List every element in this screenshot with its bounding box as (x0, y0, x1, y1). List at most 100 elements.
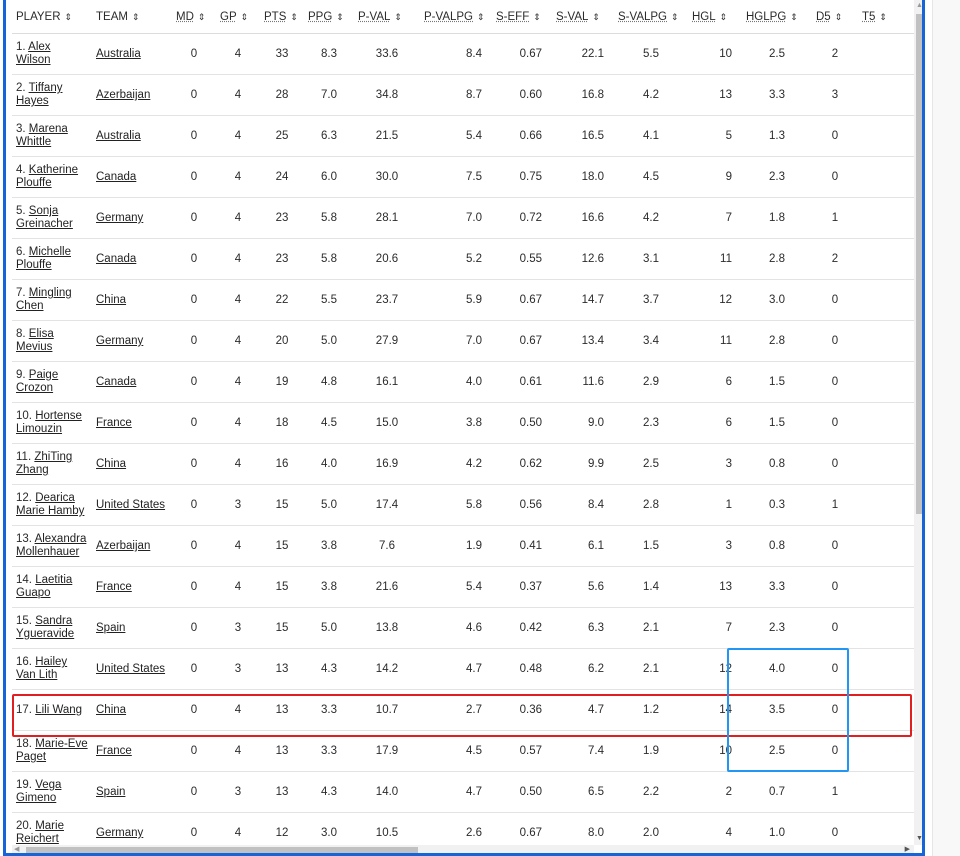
team-link[interactable]: France (96, 745, 132, 757)
team-cell: United States (92, 648, 172, 690)
stat-cell-seff: 0.48 (492, 648, 552, 690)
horizontal-scroll-thumb[interactable] (26, 847, 418, 853)
column-header-label: P-VALPG (424, 10, 473, 23)
stat-cell-pvalpg: 5.4 (420, 566, 492, 608)
stat-cell-t5 (858, 74, 914, 116)
stat-cell-hgl: 13 (688, 74, 742, 116)
stat-cell-gp: 3 (216, 484, 260, 526)
sort-icon[interactable]: ⇕ (65, 12, 73, 22)
stat-cell-gp: 4 (216, 525, 260, 567)
stat-cell-seff: 0.61 (492, 361, 552, 403)
team-cell: Australia (92, 33, 172, 75)
column-header-gp[interactable]: GP ⇕ (216, 0, 260, 34)
sort-icon[interactable]: ⇕ (290, 12, 298, 22)
column-header-s-eff[interactable]: S-EFF ⇕ (492, 0, 552, 34)
column-header-md[interactable]: MD ⇕ (172, 0, 216, 34)
stat-cell-seff: 0.56 (492, 484, 552, 526)
team-link[interactable]: Spain (96, 622, 125, 634)
team-link[interactable]: Canada (96, 376, 136, 388)
column-header-s-val[interactable]: S-VAL ⇕ (552, 0, 614, 34)
team-link[interactable]: China (96, 294, 126, 306)
stat-cell-md: 0 (172, 443, 216, 485)
column-header-pts[interactable]: PTS ⇕ (260, 0, 304, 34)
sort-icon[interactable]: ⇕ (533, 12, 541, 22)
vertical-scrollbar[interactable]: ▲ ▼ (914, 0, 922, 845)
team-cell: Canada (92, 361, 172, 403)
stat-cell-sval: 14.7 (552, 279, 614, 321)
team-link[interactable]: Azerbaijan (96, 89, 150, 101)
column-header-hglpg[interactable]: HGLPG ⇕ (742, 0, 812, 34)
team-link[interactable]: Germany (96, 212, 143, 224)
player-rank: 2. (16, 82, 26, 94)
sort-icon[interactable]: ⇕ (790, 12, 798, 22)
stat-cell-pval: 27.9 (354, 320, 420, 362)
stat-cell-ppg: 4.8 (304, 361, 354, 403)
table-row: 6. Michelle Plouffe Canada 0 4 23 5.8 20.6 5.2 0… (12, 238, 914, 280)
team-link[interactable]: Canada (96, 171, 136, 183)
stat-cell-md: 0 (172, 566, 216, 608)
stat-cell-t5 (858, 771, 914, 813)
column-header-s-valpg[interactable]: S-VALPG ⇕ (614, 0, 688, 34)
sort-icon[interactable]: ⇕ (879, 12, 887, 22)
sort-icon[interactable]: ⇕ (394, 12, 402, 22)
team-link[interactable]: Azerbaijan (96, 540, 150, 552)
stat-cell-ppg: 5.0 (304, 607, 354, 649)
team-link[interactable]: France (96, 417, 132, 429)
scroll-up-icon[interactable]: ▲ (916, 2, 922, 9)
sort-icon[interactable]: ⇕ (336, 12, 344, 22)
team-link[interactable]: Canada (96, 253, 136, 265)
team-cell: Spain (92, 771, 172, 813)
stat-cell-hglpg: 2.8 (742, 320, 812, 362)
column-header-label: PTS (264, 10, 287, 23)
sort-icon[interactable]: ⇕ (671, 12, 679, 22)
team-link[interactable]: China (96, 458, 126, 470)
team-link[interactable]: Australia (96, 130, 141, 142)
stat-cell-pval: 30.0 (354, 156, 420, 198)
stat-cell-pval: 15.0 (354, 402, 420, 444)
column-header-p-val[interactable]: P-VAL ⇕ (354, 0, 420, 34)
scroll-down-icon[interactable]: ▼ (916, 835, 922, 842)
sort-icon[interactable]: ⇕ (198, 12, 206, 22)
team-link[interactable]: United States (96, 663, 165, 675)
stat-cell-d5: 0 (812, 115, 858, 157)
sort-icon[interactable]: ⇕ (477, 12, 485, 22)
sort-icon[interactable]: ⇕ (835, 12, 843, 22)
column-header-player[interactable]: PLAYER ⇕ (12, 0, 92, 34)
column-header-hgl[interactable]: HGL ⇕ (688, 0, 742, 34)
table-row: 5. Sonja Greinacher Germany 0 4 23 5.8 28.1 7.0… (12, 197, 914, 239)
stat-cell-svalpg: 2.9 (614, 361, 688, 403)
column-header-p-valpg[interactable]: P-VALPG ⇕ (420, 0, 492, 34)
scroll-right-icon[interactable]: ▶ (905, 845, 910, 853)
stat-cell-seff: 0.67 (492, 812, 552, 845)
team-link[interactable]: France (96, 581, 132, 593)
column-header-t5[interactable]: T5 ⇕ (858, 0, 914, 34)
player-rank: 5. (16, 205, 26, 217)
player-name-link[interactable]: Katherine Plouffe (16, 164, 78, 189)
column-header-d5[interactable]: D5 ⇕ (812, 0, 858, 34)
column-header-team[interactable]: TEAM ⇕ (92, 0, 172, 34)
horizontal-scrollbar[interactable]: ◀ ▶ (12, 845, 914, 853)
team-cell: Germany (92, 197, 172, 239)
scroll-left-icon[interactable]: ◀ (14, 845, 19, 853)
stat-cell-sval: 22.1 (552, 33, 614, 75)
team-link[interactable]: Spain (96, 786, 125, 798)
sort-icon[interactable]: ⇕ (592, 12, 600, 22)
stat-cell-pvalpg: 5.4 (420, 115, 492, 157)
vertical-scroll-thumb[interactable] (916, 14, 922, 514)
sort-icon[interactable]: ⇕ (132, 12, 140, 22)
sort-icon[interactable]: ⇕ (720, 12, 728, 22)
stat-cell-pts: 19 (260, 361, 304, 403)
sort-icon[interactable]: ⇕ (241, 12, 249, 22)
stat-cell-d5: 2 (812, 33, 858, 75)
stat-cell-md: 0 (172, 648, 216, 690)
stat-cell-ppg: 8.3 (304, 33, 354, 75)
team-link[interactable]: Germany (96, 827, 143, 839)
team-link[interactable]: Australia (96, 48, 141, 60)
stat-cell-pvalpg: 1.9 (420, 525, 492, 567)
stat-cell-gp: 4 (216, 361, 260, 403)
team-link[interactable]: United States (96, 499, 165, 511)
team-link[interactable]: Germany (96, 335, 143, 347)
column-header-ppg[interactable]: PPG ⇕ (304, 0, 354, 34)
stat-cell-sval: 16.6 (552, 197, 614, 239)
stat-cell-md: 0 (172, 156, 216, 198)
